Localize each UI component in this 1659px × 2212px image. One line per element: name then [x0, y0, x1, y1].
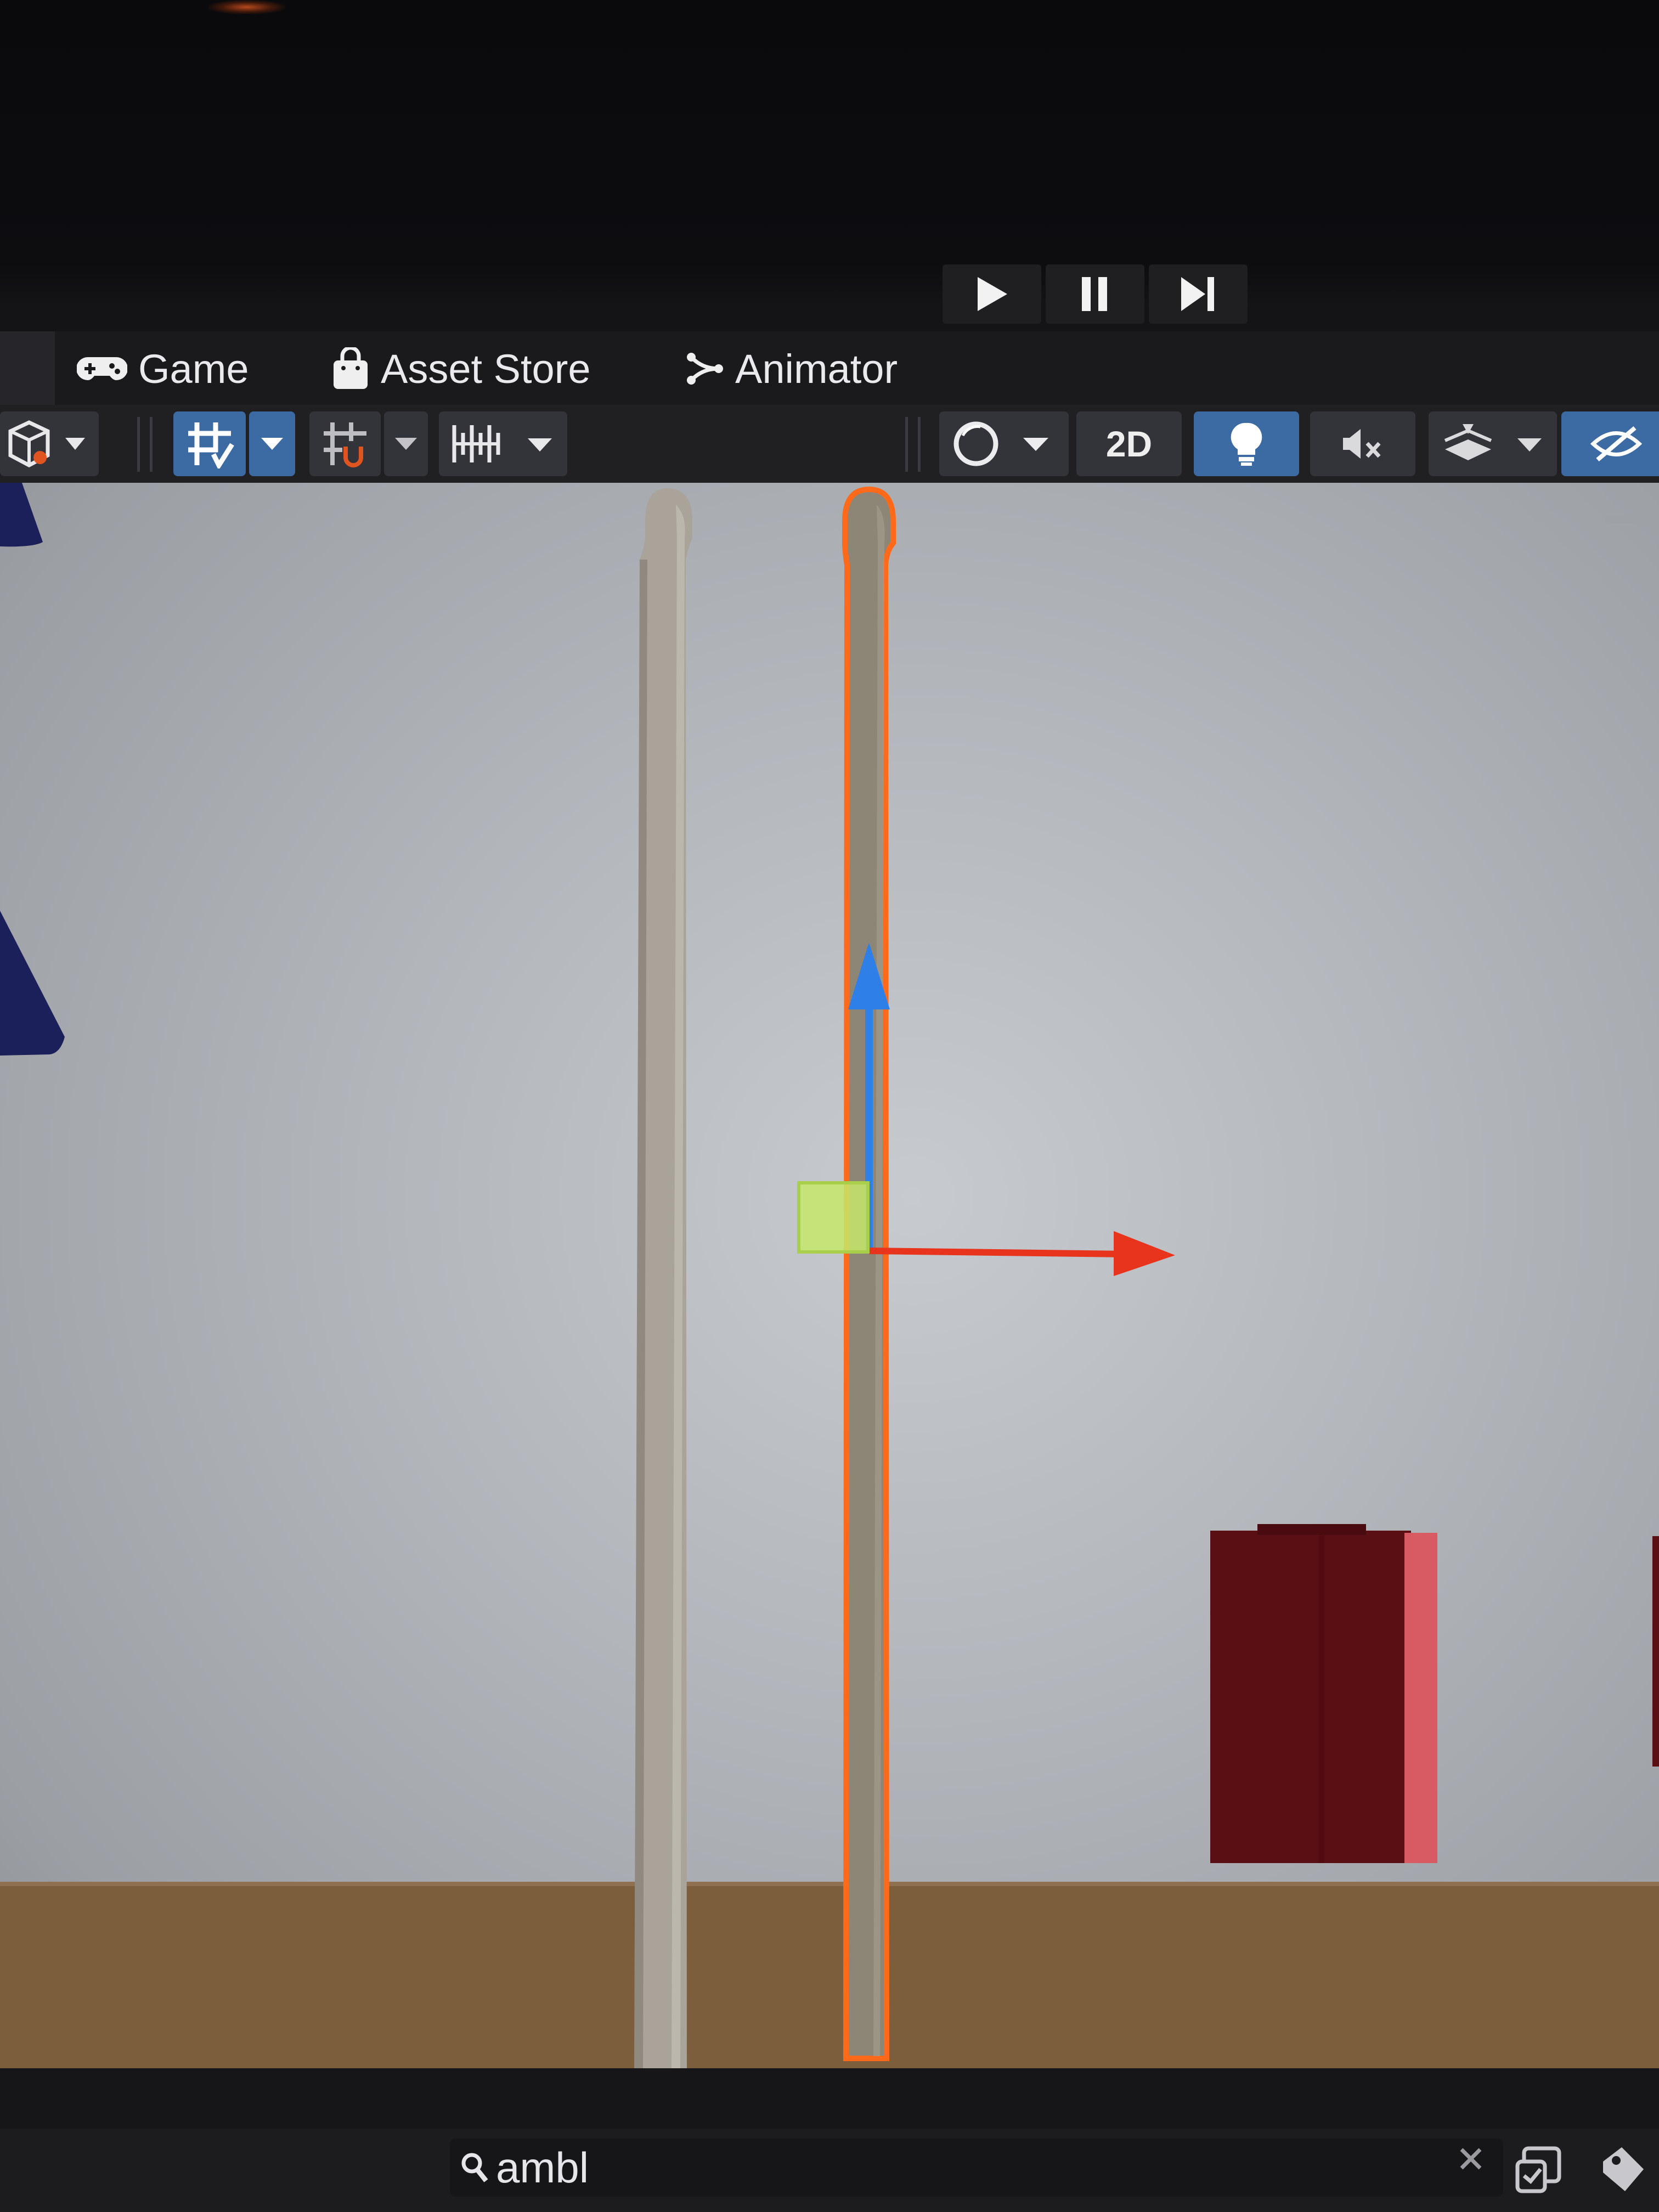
- search-by-type-icon[interactable]: [1514, 2145, 1564, 2194]
- tab-asset-store[interactable]: Asset Store: [331, 341, 591, 396]
- magnet-grid-icon: [324, 422, 366, 467]
- scene-canvas: [0, 483, 1659, 2068]
- tab-scene[interactable]: [0, 331, 55, 405]
- 2d-mode-label: 2D: [1105, 424, 1153, 464]
- red-object-edge: [1652, 1536, 1659, 1767]
- play-controls: [943, 264, 1250, 324]
- tab-animator[interactable]: Animator: [686, 341, 898, 396]
- gizmo-plane-handle: [797, 1181, 870, 1254]
- shading-mode-dropdown[interactable]: [939, 411, 1069, 476]
- chevron-down-icon: [261, 438, 283, 450]
- scene-effects-dropdown[interactable]: [1429, 411, 1557, 476]
- floor-plane: [0, 1882, 1659, 2068]
- editor-tab-bar: Game Asset Store Animator: [0, 331, 1659, 405]
- pole-selected[interactable]: [842, 486, 896, 2061]
- toolbar-separator: [137, 417, 153, 472]
- gizmo-x-axis: [868, 1248, 1125, 1257]
- blue-object-middle: [0, 911, 65, 1056]
- step-icon: [1181, 277, 1214, 311]
- audio-muted-icon: [1343, 429, 1381, 459]
- grid-snapping-toggle[interactable]: [173, 411, 246, 476]
- gamepad-icon: [77, 357, 127, 380]
- eye-slash-icon: [1590, 426, 1643, 462]
- shading-sphere-icon: [953, 421, 1048, 466]
- search-icon: [461, 2153, 488, 2182]
- scene-toolbar: 2D: [0, 405, 1659, 483]
- toolbar-separator: [905, 417, 921, 472]
- increment-snapping-dropdown[interactable]: [384, 411, 428, 476]
- cube-icon: [8, 420, 85, 467]
- pause-icon: [1082, 277, 1107, 311]
- grid-snapping-dropdown[interactable]: [249, 411, 295, 476]
- increment-snapping-toggle[interactable]: [309, 411, 381, 476]
- scene-audio-toggle[interactable]: [1310, 411, 1415, 476]
- effects-layers-icon: [1444, 424, 1542, 460]
- ruler-tools-dropdown[interactable]: [439, 411, 567, 476]
- scene-lighting-toggle[interactable]: [1194, 411, 1299, 476]
- red-block[interactable]: [1210, 1524, 1437, 1863]
- tab-game[interactable]: Game: [77, 341, 249, 396]
- 2d-mode-toggle[interactable]: 2D: [1076, 411, 1182, 476]
- chevron-down-icon: [395, 438, 417, 450]
- lightbulb-icon: [1231, 422, 1262, 466]
- ruler-icon: [452, 425, 552, 462]
- scene-visibility-toggle[interactable]: [1561, 411, 1659, 476]
- blue-object-top: [0, 483, 43, 547]
- search-by-label-icon[interactable]: [1600, 2145, 1655, 2194]
- gizmo-x-arrowhead: [1114, 1231, 1175, 1276]
- search-field[interactable]: [450, 2138, 1503, 2197]
- clear-search-icon[interactable]: [1457, 2145, 1485, 2172]
- shopping-bag-icon: [334, 347, 368, 389]
- pole-unselected: [634, 488, 692, 2068]
- tab-game-label: Game: [138, 346, 249, 392]
- animator-icon: [687, 353, 723, 385]
- step-button[interactable]: [1149, 264, 1248, 324]
- tab-asset-store-label: Asset Store: [381, 346, 591, 392]
- grid-snap-icon: [188, 422, 234, 469]
- pause-button[interactable]: [1046, 264, 1144, 324]
- search-input[interactable]: [496, 2142, 1319, 2193]
- draw-mode-dropdown[interactable]: [0, 411, 99, 476]
- scene-viewport[interactable]: [0, 483, 1659, 2068]
- unity-editor-screen: Game Asset Store Animator 2D ambl: [0, 0, 1659, 2212]
- ambient-light-glow: [208, 0, 285, 14]
- viewport-scroll-handle: [1605, 516, 1655, 523]
- play-icon: [978, 277, 1007, 311]
- tab-animator-label: Animator: [735, 346, 898, 392]
- viewport-bottom-border: [0, 2068, 1659, 2129]
- play-button[interactable]: [943, 264, 1041, 324]
